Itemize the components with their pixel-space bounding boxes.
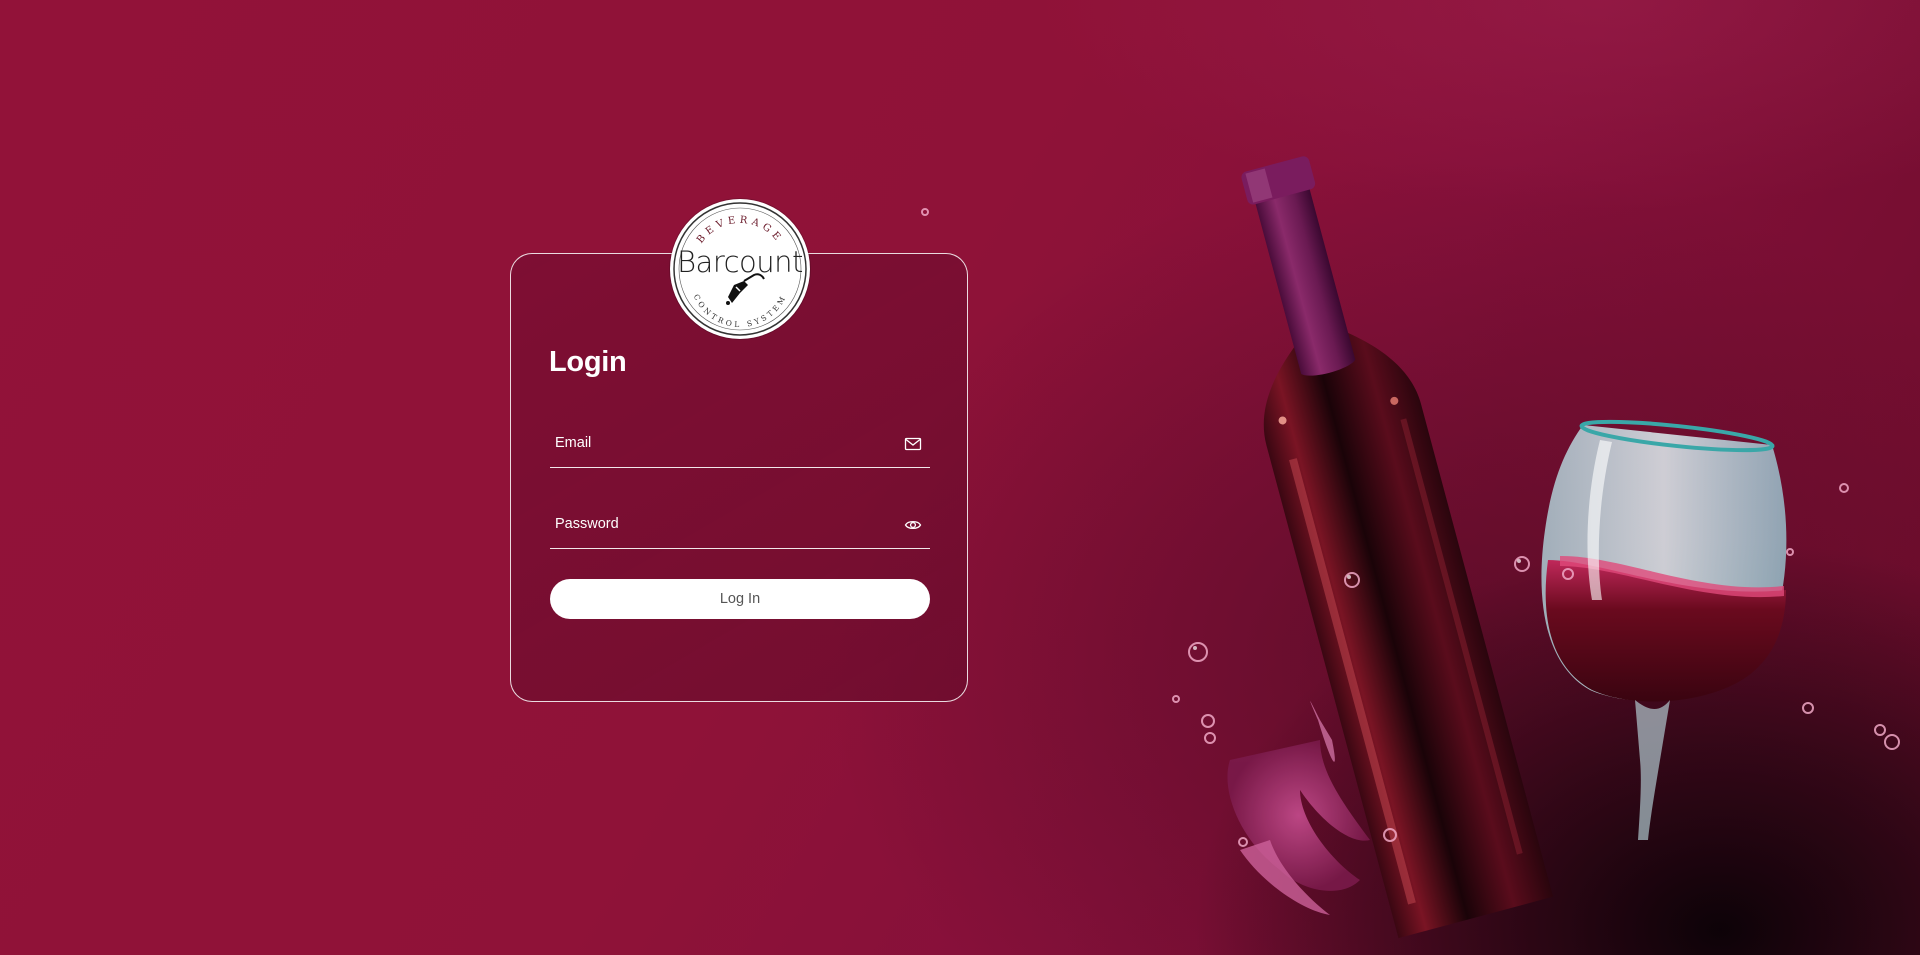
password-field[interactable] — [550, 502, 885, 546]
logo-wordmark: Barcount — [677, 245, 803, 279]
eye-icon[interactable] — [904, 517, 922, 533]
barcount-logo: BEVERAGE CONTROL SYSTEM Barcount — [670, 199, 810, 339]
envelope-icon — [904, 436, 922, 452]
login-button[interactable]: Log In — [550, 579, 930, 619]
login-page: BEVERAGE CONTROL SYSTEM Barcount Login E… — [0, 0, 1920, 955]
email-field[interactable] — [550, 421, 885, 465]
password-field-group — [550, 502, 930, 549]
email-field-group — [550, 421, 930, 468]
page-title: Login — [549, 346, 627, 378]
